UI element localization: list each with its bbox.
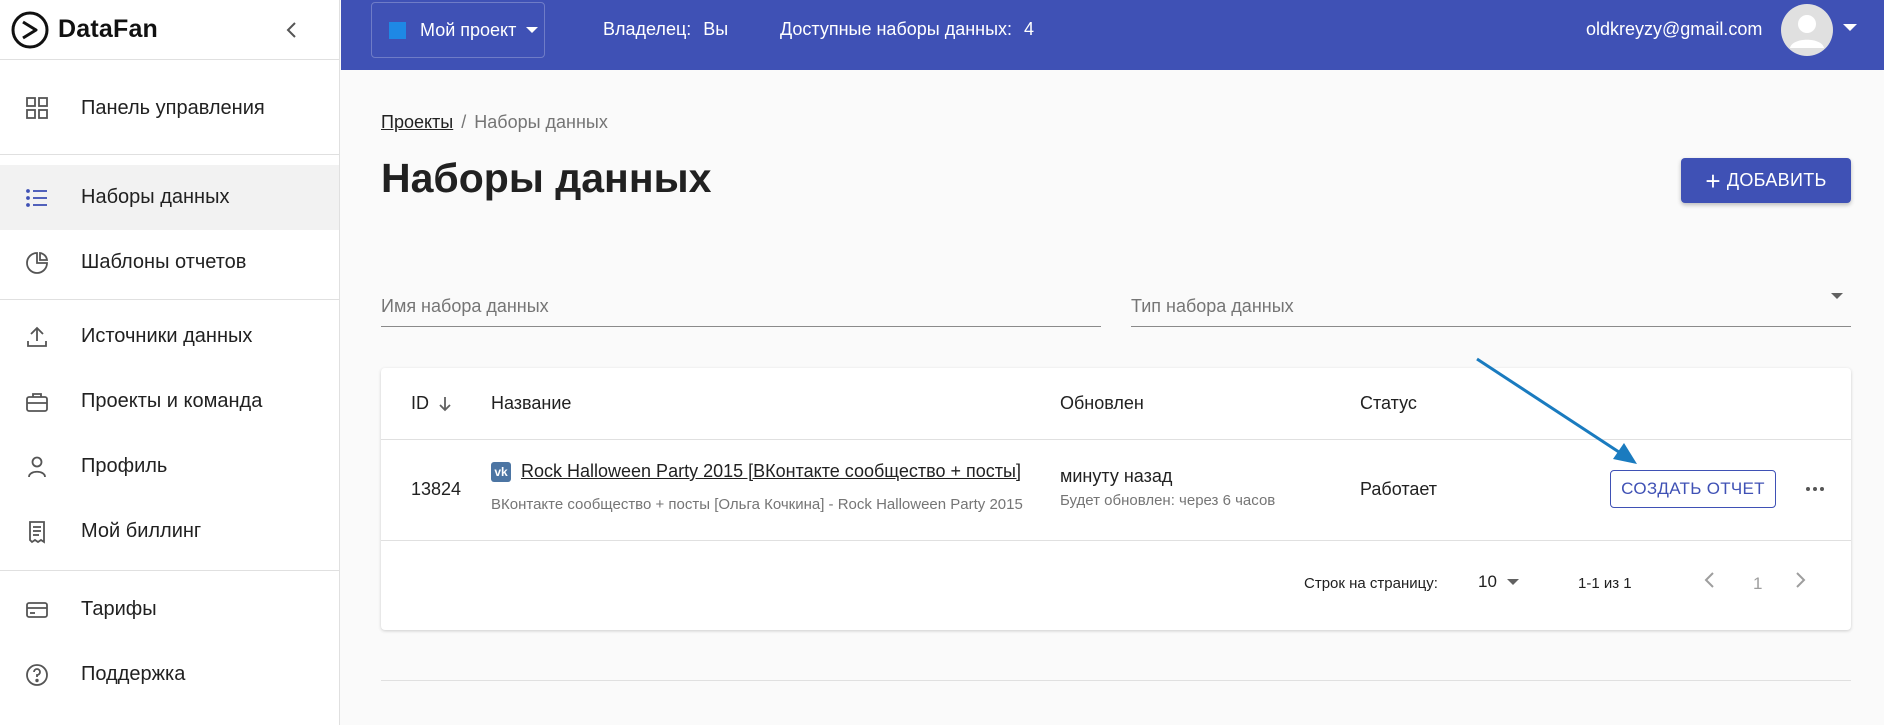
row-id: 13824 — [411, 479, 462, 499]
sidebar-item-tariffs[interactable]: Тарифы — [0, 577, 339, 642]
sidebar-item-label: Поддержка — [81, 663, 186, 685]
dataset-name-field[interactable]: Имя набора данных — [381, 290, 1101, 327]
sidebar-item-label: Шаблоны отчетов — [81, 251, 247, 273]
datafan-logo-icon — [11, 11, 49, 48]
breadcrumb-separator: / — [461, 112, 467, 132]
vk-icon: vk — [491, 461, 511, 482]
project-color-icon — [389, 21, 406, 39]
row-name: vk Rock Halloween Party 2015 [ВКонтакте … — [491, 461, 1021, 482]
next-page-button[interactable] — [1793, 570, 1807, 594]
dataset-type-select[interactable]: Тип набора данных — [1131, 290, 1851, 327]
plus-icon: + — [1705, 165, 1721, 196]
dataset-name-link[interactable]: Rock Halloween Party 2015 [ВКонтакте соо… — [521, 461, 1021, 482]
sidebar-item-support[interactable]: Поддержка — [0, 642, 339, 707]
dashboard-grid-icon — [24, 95, 50, 121]
pagination-range: 1-1 из 1 — [1578, 575, 1632, 592]
sidebar-item-dashboard[interactable]: Панель управления — [0, 84, 339, 132]
sidebar-item-label: Панель управления — [81, 96, 265, 119]
account-menu-caret-icon[interactable] — [1843, 24, 1857, 31]
sidebar-item-label: Мой биллинг — [81, 520, 202, 542]
sort-arrow-down-icon — [439, 396, 451, 411]
upload-icon — [24, 324, 50, 350]
column-header-updated: Обновлен — [1060, 393, 1144, 413]
row-divider — [381, 540, 1851, 541]
chevron-left-icon — [1704, 572, 1714, 588]
chevron-left-icon — [286, 22, 296, 38]
brand-name: DataFan — [58, 15, 159, 43]
nav-group-support: Тарифы Поддержка — [0, 571, 339, 713]
datasets-table: ID Название Обновлен Статус 13824 vk Roc… — [381, 368, 1851, 630]
project-selector[interactable]: Мой проект — [371, 2, 545, 58]
top-app-bar: Мой проект Владелец: Вы Доступные наборы … — [341, 0, 1884, 70]
nav-group-account: Источники данных Проекты и команда Профи… — [0, 300, 339, 571]
caret-down-icon — [1506, 579, 1519, 585]
dataset-type-placeholder: Тип набора данных — [1131, 296, 1294, 316]
row-updated: минуту назад — [1060, 466, 1173, 486]
sidebar-item-data-sources[interactable]: Источники данных — [0, 304, 339, 369]
sidebar-item-label: Тарифы — [81, 598, 157, 620]
list-icon — [24, 185, 50, 211]
create-report-button[interactable]: СОЗДАТЬ ОТЧЕТ — [1610, 470, 1776, 508]
sidebar: DataFan Панель управления Наборы данных … — [0, 0, 340, 725]
current-page-number[interactable]: 1 — [1753, 574, 1762, 594]
owner-label: Владелец: — [603, 19, 692, 39]
help-circle-icon — [24, 662, 50, 688]
dataset-name-placeholder: Имя набора данных — [381, 296, 549, 316]
sidebar-item-datasets[interactable]: Наборы данных — [0, 165, 339, 230]
row-description: ВКонтакте сообщество + посты [Ольга Кочк… — [491, 496, 1023, 513]
nav-group-main: Панель управления — [0, 60, 339, 155]
sidebar-item-profile[interactable]: Профиль — [0, 434, 339, 499]
owner-info: Владелец: Вы — [603, 19, 728, 40]
sidebar-item-report-templates[interactable]: Шаблоны отчетов — [0, 230, 339, 295]
sidebar-item-label: Наборы данных — [81, 186, 230, 208]
page-title: Наборы данных — [381, 155, 712, 201]
datasets-value: 4 — [1024, 19, 1035, 39]
column-header-name: Название — [491, 393, 572, 413]
previous-page-button[interactable] — [1703, 570, 1717, 594]
rows-per-page-label: Строк на страницу: — [1304, 575, 1438, 592]
breadcrumb-projects-link[interactable]: Проекты — [381, 112, 453, 132]
datasets-label: Доступные наборы данных: — [780, 19, 1013, 39]
sidebar-item-projects-team[interactable]: Проекты и команда — [0, 369, 339, 434]
sidebar-item-label: Профиль — [81, 455, 168, 477]
avatar[interactable] — [1781, 4, 1833, 56]
person-icon — [24, 454, 50, 480]
available-datasets-info: Доступные наборы данных: 4 — [780, 19, 1034, 40]
more-actions-button[interactable] — [1800, 475, 1830, 503]
briefcase-icon — [24, 389, 50, 415]
credit-card-icon — [24, 597, 50, 623]
column-header-status: Статус — [1360, 393, 1417, 413]
pie-chart-icon — [24, 250, 50, 276]
sidebar-item-label: Проекты и команда — [81, 390, 263, 412]
column-header-id[interactable]: ID — [411, 393, 455, 414]
more-horizontal-icon — [1806, 487, 1824, 491]
receipt-icon — [24, 519, 50, 545]
caret-down-icon — [526, 27, 539, 33]
row-status: Работает — [1360, 479, 1438, 499]
chevron-right-icon — [1796, 572, 1806, 588]
breadcrumb-current: Наборы данных — [474, 112, 608, 132]
column-header-label: ID — [411, 393, 429, 413]
bottom-divider — [381, 680, 1851, 681]
add-button-label: ДОБАВИТЬ — [1726, 170, 1827, 190]
owner-value: Вы — [703, 19, 729, 39]
sidebar-item-billing[interactable]: Мой биллинг — [0, 499, 339, 564]
sidebar-item-label: Источники данных — [81, 325, 253, 347]
project-name: Мой проект — [420, 19, 517, 40]
collapse-sidebar-button[interactable] — [278, 16, 306, 44]
breadcrumb: Проекты / Наборы данных — [381, 112, 608, 133]
user-avatar-icon — [1790, 15, 1824, 48]
rows-per-page-value: 10 — [1478, 572, 1497, 591]
add-dataset-button[interactable]: + ДОБАВИТЬ — [1681, 158, 1851, 203]
header-divider — [381, 439, 1851, 440]
rows-per-page-select[interactable]: 10 — [1478, 572, 1519, 592]
caret-down-icon — [1831, 293, 1843, 299]
nav-group-data: Наборы данных Шаблоны отчетов — [0, 155, 339, 300]
user-email: oldkreyzy@gmail.com — [1586, 19, 1763, 39]
row-next-update: Будет обновлен: через 6 часов — [1060, 492, 1276, 509]
